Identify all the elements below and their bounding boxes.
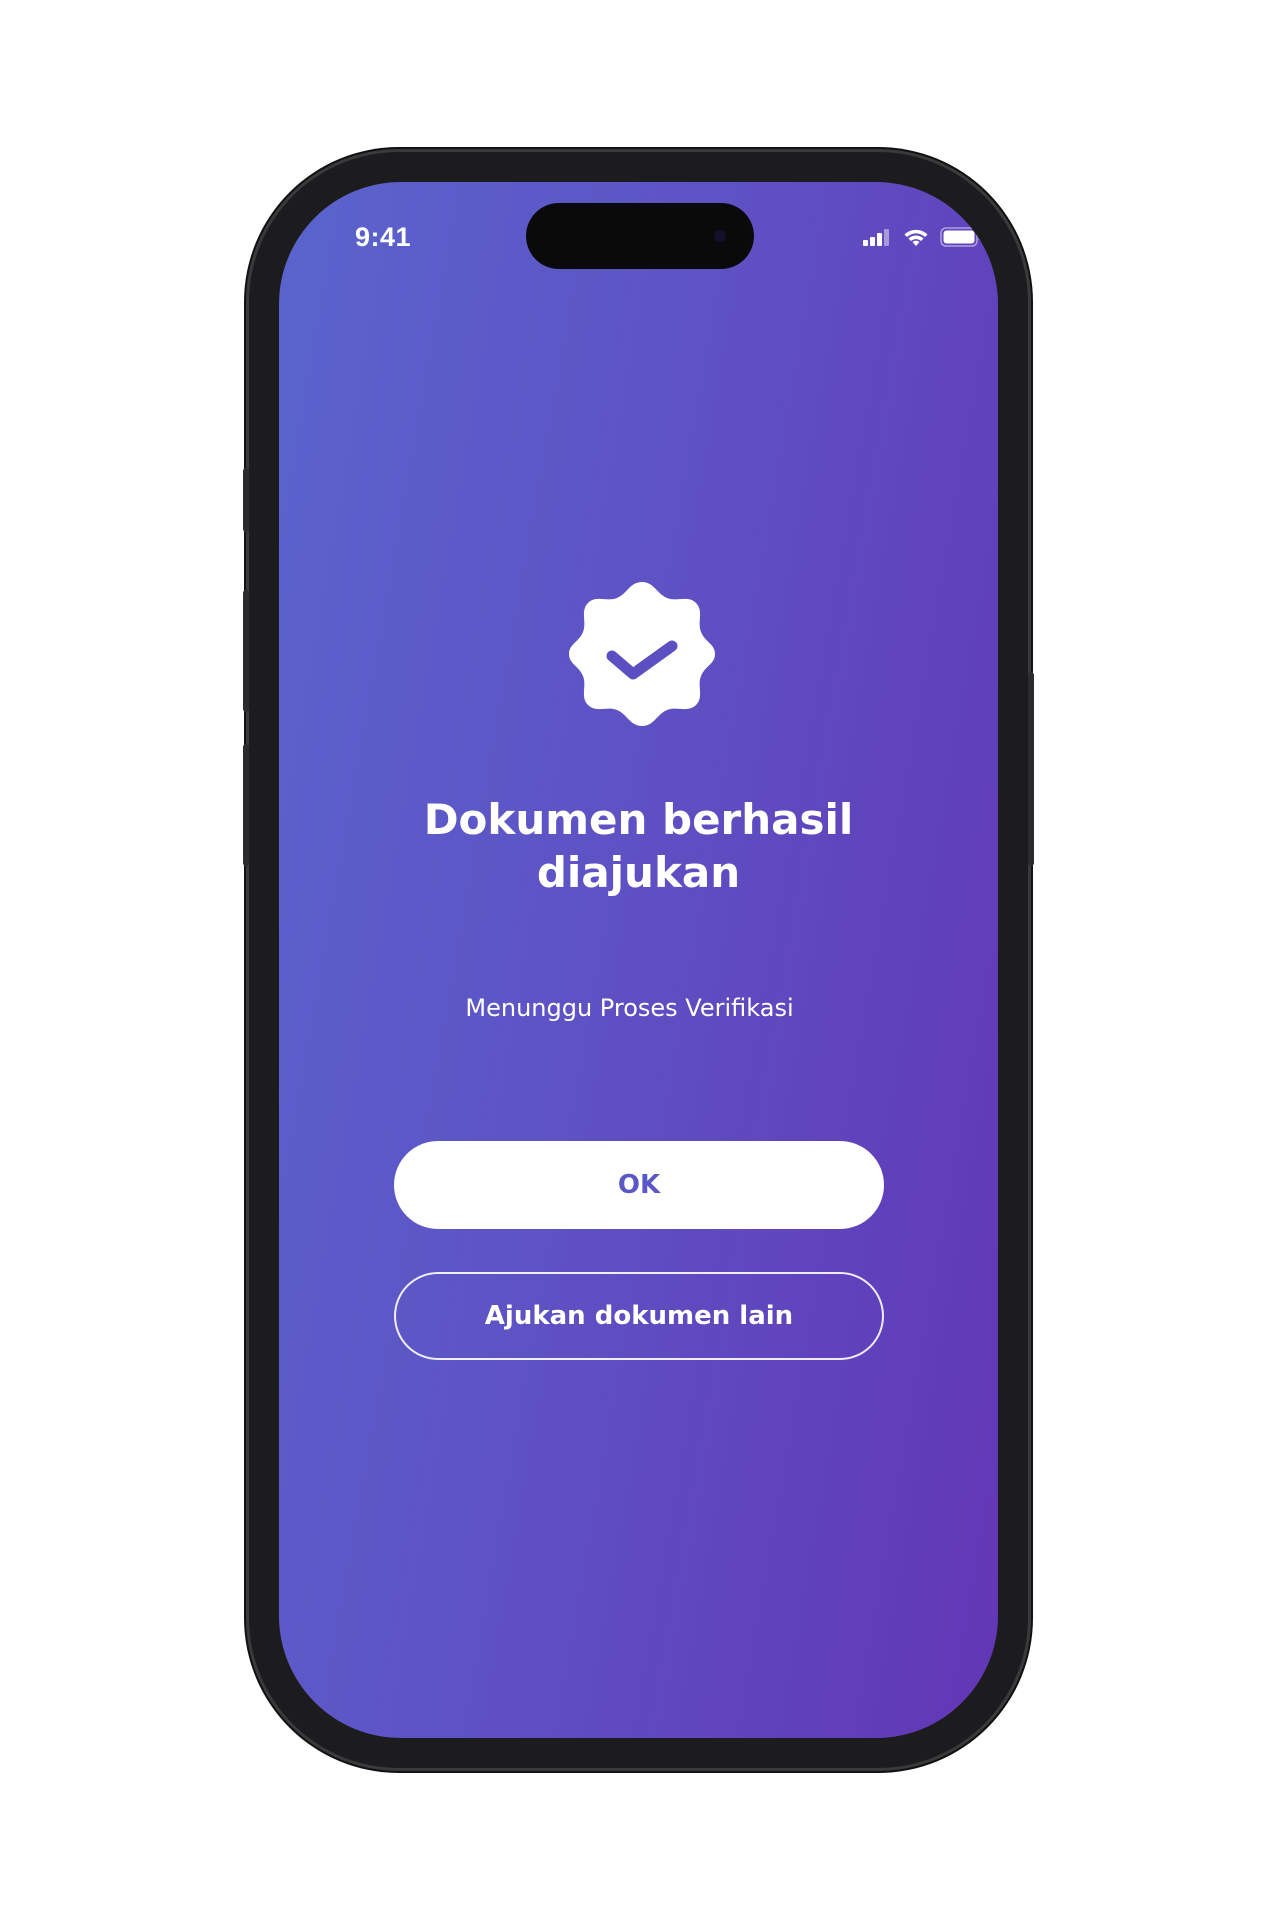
action-button (243, 468, 249, 532)
phone-frame: 9:41 Dokumen berhasil diajukan Menunggu … (243, 152, 1034, 1768)
page: 9:41 Dokumen berhasil diajukan Menunggu … (0, 0, 1280, 1920)
status-subtitle: Menunggu Proses Verifikasi (465, 994, 794, 1022)
submit-another-document-button[interactable]: Ajukan dokumen lain (394, 1272, 884, 1360)
volume-down-button (243, 744, 249, 866)
submit-another-document-label: Ajukan dokumen lain (484, 1301, 794, 1331)
phone-screen: 9:41 Dokumen berhasil diajukan Menunggu … (279, 182, 998, 1738)
ok-button-label: OK (617, 1170, 661, 1200)
volume-up-button (243, 590, 249, 712)
verified-badge-check-icon (567, 578, 717, 730)
ok-button[interactable]: OK (394, 1141, 884, 1229)
page-title: Dokumen berhasil diajukan (423, 795, 854, 897)
power-button (1028, 672, 1034, 866)
success-content: Dokumen berhasil diajukan Menunggu Prose… (279, 182, 998, 1738)
